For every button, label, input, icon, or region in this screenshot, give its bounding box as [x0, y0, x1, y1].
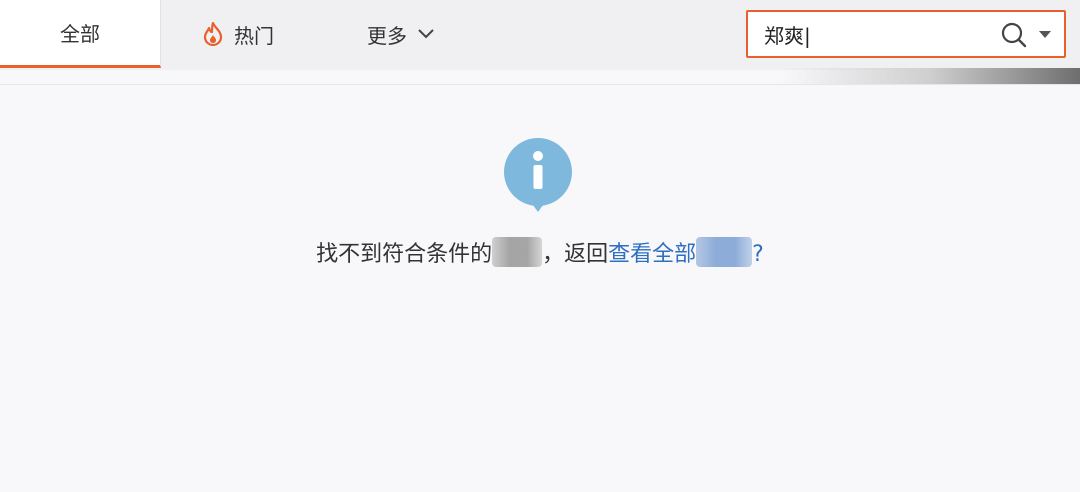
message-prefix: 找不到符合条件的: [316, 242, 493, 267]
tab-all-label: 全部: [60, 22, 100, 46]
search-icon[interactable]: [1000, 21, 1028, 49]
view-all-link-suffix: ?: [752, 242, 764, 267]
view-all-link-label: 查看全部: [608, 242, 697, 267]
redacted-link-text: [696, 237, 753, 267]
flame-icon: [202, 22, 224, 46]
tab-all[interactable]: 全部: [0, 0, 161, 68]
message-middle: ，返回: [542, 242, 609, 267]
info-icon: [504, 138, 572, 212]
tab-more-label: 更多: [367, 23, 407, 48]
redacted-text: [492, 237, 543, 267]
caret-down-icon[interactable]: [1038, 30, 1052, 39]
tab-hot[interactable]: 热门: [202, 0, 274, 68]
view-all-link[interactable]: 查看全部?: [608, 237, 764, 267]
tab-more[interactable]: 更多: [367, 0, 435, 68]
search-box: [746, 10, 1066, 58]
tab-hot-label: 热门: [234, 23, 274, 48]
chevron-down-icon: [417, 28, 435, 40]
empty-message: 找不到符合条件的 ，返回查看全部?: [0, 236, 1080, 268]
search-input[interactable]: [764, 14, 994, 54]
top-nav: 全部 热门 更多: [0, 0, 1080, 70]
